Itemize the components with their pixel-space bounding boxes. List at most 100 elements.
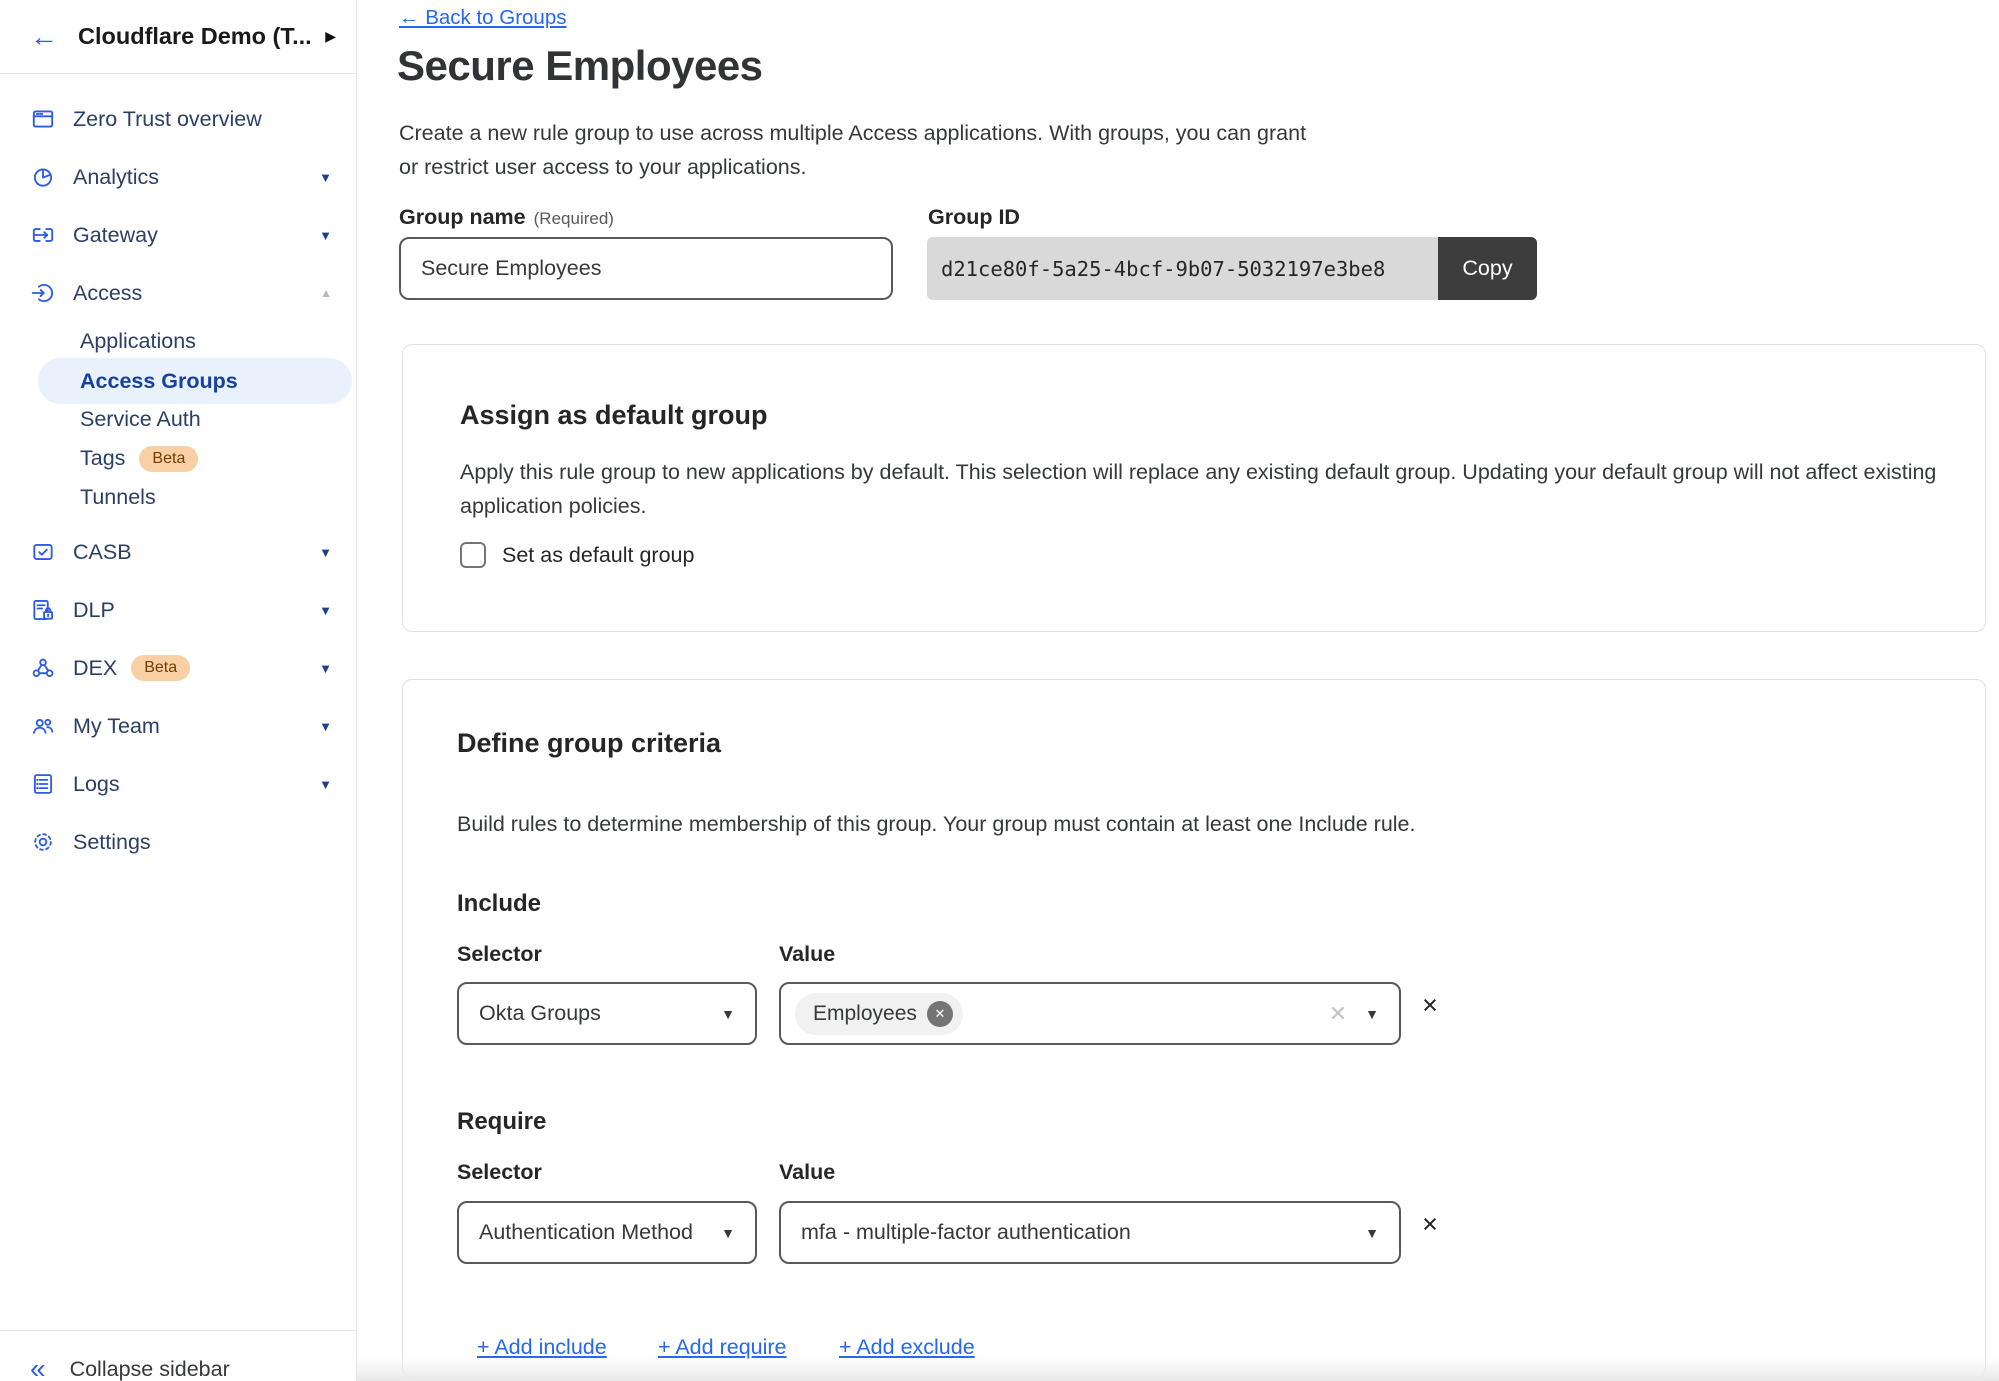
remove-include-rule-button[interactable]: × [1415, 992, 1445, 1019]
required-hint: (Required) [534, 209, 614, 228]
chevron-down-icon[interactable]: ▼ [1365, 1006, 1379, 1022]
include-selector-label: Selector [457, 942, 542, 967]
sidebar-item-label: DEX [73, 656, 117, 681]
sidebar-item-dlp[interactable]: DLP ▼ [0, 581, 356, 639]
default-group-card: Assign as default group Apply this rule … [402, 344, 1986, 632]
sidebar-item-label: Settings [73, 830, 151, 855]
chevron-down-icon[interactable]: ▼ [319, 170, 332, 185]
chip-remove-icon[interactable]: ✕ [927, 1001, 953, 1027]
gateway-icon [30, 222, 56, 248]
sidebar-lower-group: CASB ▼ DLP ▼ DEX Beta ▼ [0, 523, 356, 871]
chevron-down-icon[interactable]: ▼ [319, 545, 332, 560]
caret-right-icon[interactable]: ▶ [325, 28, 336, 45]
sidebar-item-analytics[interactable]: Analytics ▼ [0, 148, 356, 206]
page-description-line1: Create a new rule group to use across mu… [399, 116, 1306, 150]
sidebar-item-gateway[interactable]: Gateway ▼ [0, 206, 356, 264]
chevron-down-icon[interactable]: ▼ [319, 777, 332, 792]
back-arrow-icon[interactable]: ← [30, 23, 58, 51]
sidebar-header: ← Cloudflare Demo (T... ▶ [0, 0, 356, 74]
set-default-group-label: Set as default group [502, 543, 694, 568]
sidebar-item-dex[interactable]: DEX Beta ▼ [0, 639, 356, 697]
sidebar-item-label: Analytics [73, 165, 159, 190]
copy-button[interactable]: Copy [1438, 237, 1537, 300]
include-selector-dropdown[interactable]: Okta Groups ▼ [457, 982, 757, 1045]
collapse-sidebar-button[interactable]: « Collapse sidebar [0, 1330, 356, 1381]
require-selector-dropdown[interactable]: Authentication Method ▼ [457, 1201, 757, 1264]
require-value-dropdown[interactable]: mfa - multiple-factor authentication ▼ [779, 1201, 1401, 1264]
overview-icon [30, 106, 56, 132]
require-heading: Require [457, 1108, 546, 1136]
chevron-down-icon: ▼ [721, 1225, 735, 1241]
clear-values-icon[interactable]: ✕ [1329, 1001, 1347, 1027]
add-exclude-link[interactable]: + Add exclude [839, 1335, 975, 1360]
sidebar-item-my-team[interactable]: My Team ▼ [0, 697, 356, 755]
require-value-label: Value [779, 1160, 835, 1185]
dlp-icon [30, 597, 56, 623]
sidebar-item-tunnels[interactable]: Tunnels [0, 478, 356, 517]
sidebar-item-label: Tags [80, 446, 125, 471]
sidebar-item-label: Applications [80, 329, 196, 354]
collapse-label: Collapse sidebar [70, 1357, 230, 1381]
beta-badge: Beta [131, 655, 190, 681]
sidebar-item-label: Gateway [73, 223, 158, 248]
collapse-icon: « [30, 1355, 46, 1381]
chevron-down-icon: ▼ [721, 1006, 735, 1022]
main-content: ← Back to Groups Secure Employees Create… [357, 0, 1999, 1381]
zero-trust-dashboard: ← Cloudflare Demo (T... ▶ Zero Trust ove… [0, 0, 1999, 1381]
chevron-down-icon[interactable]: ▼ [319, 661, 332, 676]
sidebar-item-settings[interactable]: Settings [0, 813, 356, 871]
set-default-group-checkbox[interactable] [460, 542, 486, 568]
chevron-up-icon[interactable]: ▲ [320, 286, 332, 300]
group-id-row: d21ce80f-5a25-4bcf-9b07-5032197e3be8 Cop… [927, 237, 1537, 300]
sidebar-item-label: My Team [73, 714, 160, 739]
sidebar-item-label: Logs [73, 772, 120, 797]
criteria-card-body: Build rules to determine membership of t… [457, 807, 1416, 841]
sidebar-item-label: DLP [73, 598, 115, 623]
sidebar-item-label: Zero Trust overview [73, 107, 262, 132]
page-description: Create a new rule group to use across mu… [399, 116, 1306, 184]
criteria-card: Define group criteria Build rules to det… [402, 679, 1986, 1378]
chevron-down-icon: ▼ [1365, 1225, 1379, 1241]
sidebar-item-label: CASB [73, 540, 132, 565]
sidebar-item-label: Access [73, 281, 142, 306]
casb-icon [30, 539, 56, 565]
criteria-card-title: Define group criteria [457, 728, 721, 759]
account-name: Cloudflare Demo (T... [78, 23, 312, 50]
dex-icon [30, 655, 56, 681]
group-name-label: Group name(Required) [399, 205, 614, 230]
remove-require-rule-button[interactable]: × [1415, 1211, 1445, 1238]
chevron-down-icon[interactable]: ▼ [319, 719, 332, 734]
sidebar-nav: Zero Trust overview Analytics ▼ Gateway … [0, 74, 356, 871]
value-chip-employees: Employees ✕ [795, 993, 963, 1035]
default-group-card-title: Assign as default group [460, 400, 768, 431]
beta-badge: Beta [139, 446, 198, 472]
page-description-line2: or restrict user access to your applicat… [399, 150, 1306, 184]
sidebar-item-zero-trust-overview[interactable]: Zero Trust overview [0, 90, 356, 148]
include-value-label: Value [779, 942, 835, 967]
sidebar-item-tags[interactable]: Tags Beta [0, 439, 356, 478]
page-title: Secure Employees [397, 42, 763, 90]
back-to-groups-link[interactable]: ← Back to Groups [399, 6, 566, 30]
sidebar-item-applications[interactable]: Applications [0, 322, 356, 361]
sidebar-item-access-groups[interactable]: Access Groups [38, 358, 352, 404]
add-include-link[interactable]: + Add include [477, 1335, 607, 1360]
sidebar-item-label: Tunnels [80, 485, 156, 510]
include-value-multiselect[interactable]: Employees ✕ ✕ ▼ [779, 982, 1401, 1045]
group-name-input[interactable] [399, 237, 893, 300]
group-id-label: Group ID [928, 205, 1020, 230]
sidebar-item-service-auth[interactable]: Service Auth [0, 400, 356, 439]
require-selector-label: Selector [457, 1160, 542, 1185]
sidebar-item-logs[interactable]: Logs ▼ [0, 755, 356, 813]
logs-icon [30, 771, 56, 797]
default-group-checkbox-row: Set as default group [460, 542, 694, 568]
add-require-link[interactable]: + Add require [658, 1335, 787, 1360]
sidebar-item-casb[interactable]: CASB ▼ [0, 523, 356, 581]
chevron-down-icon[interactable]: ▼ [319, 603, 332, 618]
default-group-card-body: Apply this rule group to new application… [460, 455, 1936, 523]
sidebar-item-access[interactable]: Access ▲ [0, 264, 356, 322]
sidebar: ← Cloudflare Demo (T... ▶ Zero Trust ove… [0, 0, 357, 1381]
include-heading: Include [457, 890, 541, 918]
chevron-down-icon[interactable]: ▼ [319, 228, 332, 243]
group-id-value: d21ce80f-5a25-4bcf-9b07-5032197e3be8 [927, 237, 1438, 300]
analytics-icon [30, 164, 56, 190]
